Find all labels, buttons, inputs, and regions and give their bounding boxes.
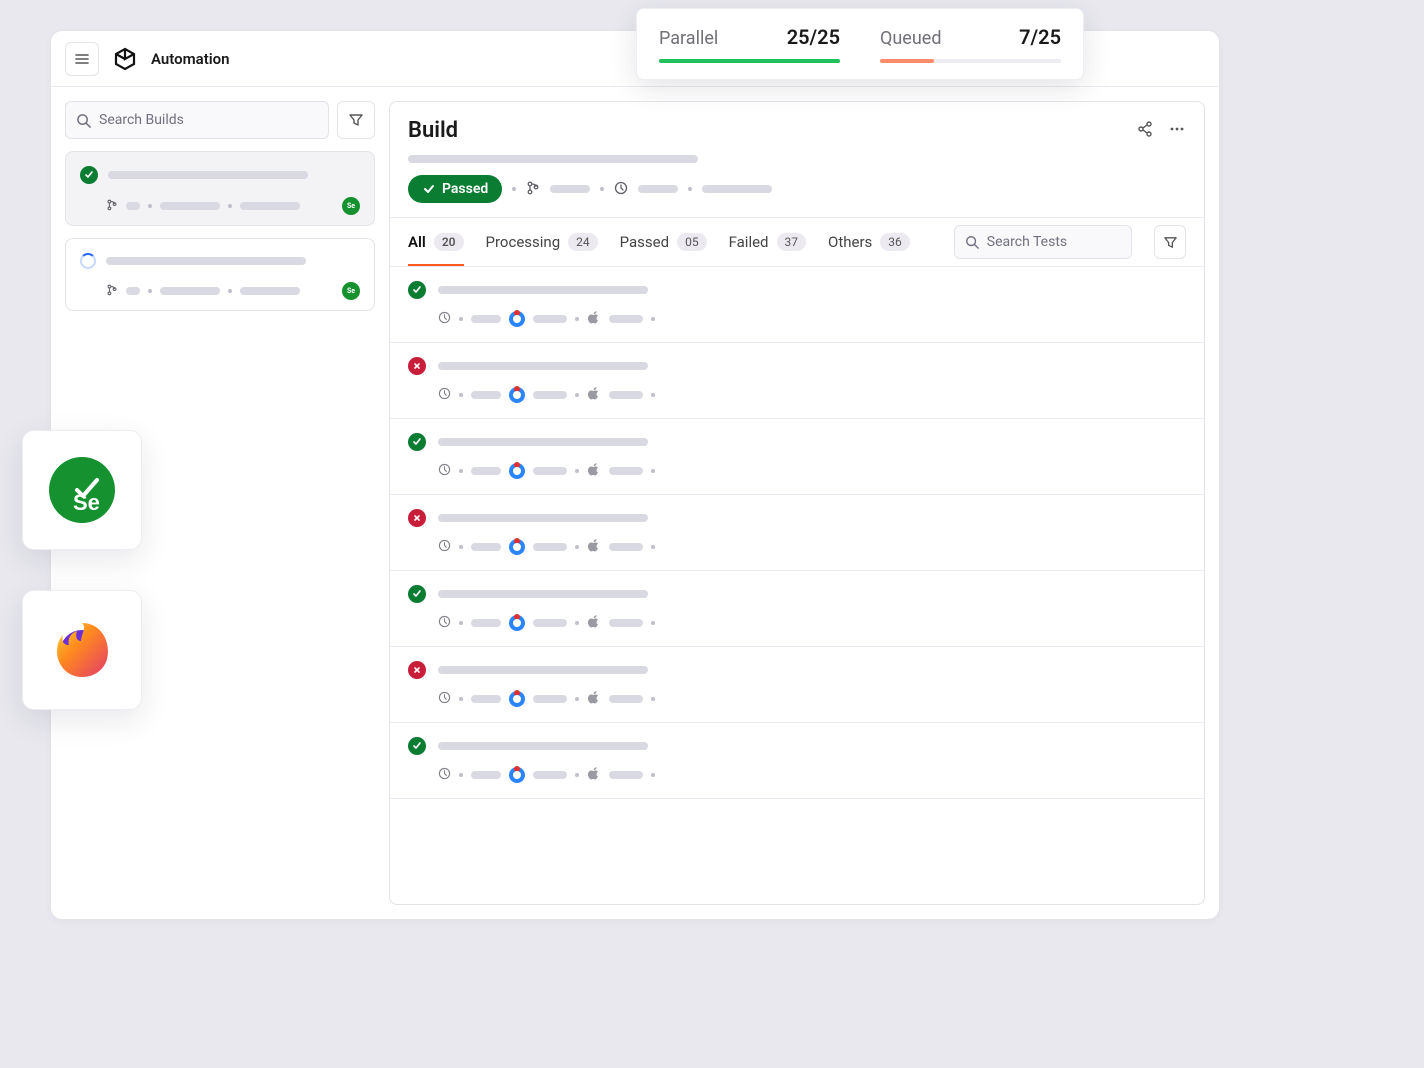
tab-count: 20: [434, 233, 464, 251]
tab-label: Passed: [620, 233, 669, 251]
branch-icon: [106, 281, 118, 300]
status-passed-icon: [408, 737, 426, 755]
test-row[interactable]: [390, 495, 1204, 571]
test-row[interactable]: [390, 267, 1204, 343]
svg-text:Se: Se: [73, 490, 100, 515]
search-tests-input[interactable]: Search Tests: [954, 225, 1132, 259]
search-builds-placeholder: Search Builds: [99, 112, 184, 128]
clock-icon: [438, 537, 451, 556]
tabs: All 20 Processing 24 Passed 05 Failed 37 Others 3…: [390, 217, 1204, 267]
status-passed-icon: [408, 433, 426, 451]
apple-icon: [587, 461, 601, 480]
clock-icon: [438, 309, 451, 328]
tab-others[interactable]: Others 36: [828, 218, 910, 266]
tab-count: 36: [880, 233, 910, 251]
clock-icon: [614, 180, 628, 199]
stats-overlay: Parallel 25/25 Queued 7/25: [636, 8, 1084, 80]
apple-icon: [587, 309, 601, 328]
tab-count: 24: [568, 233, 598, 251]
tab-failed[interactable]: Failed 37: [729, 218, 806, 266]
tab-processing[interactable]: Processing 24: [486, 218, 598, 266]
safari-icon: [509, 387, 525, 403]
status-running-icon: [80, 253, 96, 269]
build-status-badge: Passed: [408, 175, 502, 203]
tab-all[interactable]: All 20: [408, 218, 464, 266]
share-icon: [1136, 120, 1154, 138]
selenium-icon: Se: [22, 430, 142, 550]
selenium-badge-icon: Se: [342, 197, 360, 215]
safari-icon: [509, 463, 525, 479]
tests-list: [390, 267, 1204, 904]
test-row[interactable]: [390, 419, 1204, 495]
filter-tests-button[interactable]: [1154, 225, 1186, 259]
safari-icon: [509, 311, 525, 327]
search-tests-placeholder: Search Tests: [987, 234, 1067, 250]
more-button[interactable]: [1168, 120, 1186, 142]
branch-icon: [526, 180, 540, 199]
branch-icon: [106, 196, 118, 215]
search-icon: [76, 113, 91, 128]
clock-icon: [438, 689, 451, 708]
build-card[interactable]: Se: [65, 238, 375, 311]
selenium-badge-icon: Se: [342, 282, 360, 300]
tab-label: Others: [828, 233, 872, 251]
stat-queued: Queued 7/25: [880, 25, 1061, 63]
search-builds-input[interactable]: Search Builds: [65, 101, 329, 139]
apple-icon: [587, 613, 601, 632]
stat-parallel-value: 25/25: [787, 25, 840, 49]
status-failed-icon: [408, 509, 426, 527]
clock-icon: [438, 613, 451, 632]
menu-button[interactable]: [65, 42, 99, 76]
tab-passed[interactable]: Passed 05: [620, 218, 707, 266]
tab-count: 37: [777, 233, 807, 251]
status-failed-icon: [408, 357, 426, 375]
stat-queued-label: Queued: [880, 28, 941, 49]
filter-icon: [1163, 235, 1178, 250]
firefox-icon: [22, 590, 142, 710]
test-row[interactable]: [390, 723, 1204, 799]
status-passed-icon: [408, 281, 426, 299]
clock-icon: [438, 765, 451, 784]
stat-parallel-label: Parallel: [659, 28, 718, 49]
status-failed-icon: [408, 661, 426, 679]
status-passed-icon: [408, 585, 426, 603]
tab-count: 05: [677, 233, 707, 251]
clock-icon: [438, 461, 451, 480]
more-icon: [1168, 120, 1186, 138]
filter-icon: [348, 112, 364, 128]
safari-icon: [509, 539, 525, 555]
build-title: Build: [408, 118, 458, 143]
apple-icon: [587, 689, 601, 708]
app-window: Automation Search Builds Se Se Build: [50, 30, 1220, 920]
apple-icon: [587, 537, 601, 556]
safari-icon: [509, 615, 525, 631]
build-panel: Build Passed: [389, 101, 1205, 905]
search-icon: [965, 235, 979, 249]
tab-label: All: [408, 233, 426, 251]
test-row[interactable]: [390, 571, 1204, 647]
stat-parallel: Parallel 25/25: [659, 25, 840, 63]
logo-icon: [111, 45, 139, 73]
tab-label: Processing: [486, 233, 561, 251]
check-icon: [422, 182, 436, 196]
apple-icon: [587, 385, 601, 404]
build-subtitle-skeleton: [408, 155, 698, 163]
test-row[interactable]: [390, 343, 1204, 419]
apple-icon: [587, 765, 601, 784]
tab-label: Failed: [729, 233, 769, 251]
clock-icon: [438, 385, 451, 404]
safari-icon: [509, 767, 525, 783]
status-passed-icon: [80, 166, 98, 184]
filter-builds-button[interactable]: [337, 101, 375, 139]
app-title: Automation: [151, 50, 230, 68]
build-card[interactable]: Se: [65, 151, 375, 226]
stat-queued-value: 7/25: [1019, 25, 1061, 49]
share-button[interactable]: [1136, 120, 1154, 142]
test-row[interactable]: [390, 647, 1204, 723]
safari-icon: [509, 691, 525, 707]
